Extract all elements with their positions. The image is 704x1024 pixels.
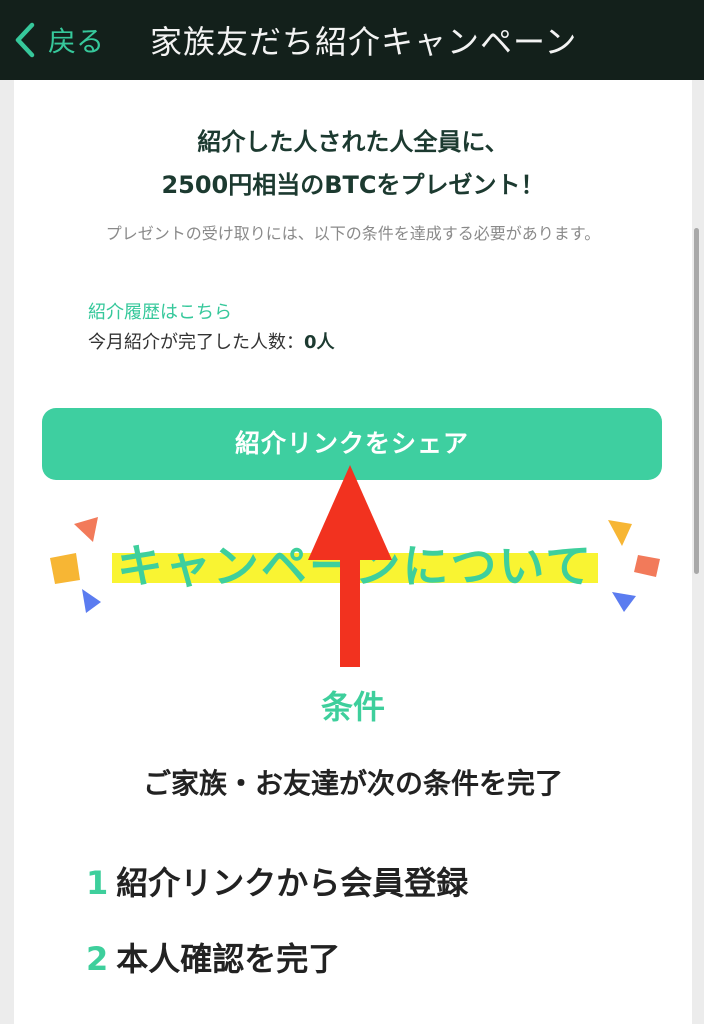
conditions-subtitle: ご家族・お友達が次の条件を完了: [142, 767, 563, 800]
confetti-piece: [82, 589, 101, 613]
confetti-piece: [634, 555, 660, 577]
step-text: 本人確認を完了: [116, 940, 341, 978]
confetti-piece: [50, 553, 80, 584]
step-text: 紹介リンクから会員登録: [116, 864, 469, 902]
confetti-piece: [612, 592, 636, 612]
confetti-piece: [608, 520, 632, 546]
confetti-piece: [74, 517, 98, 542]
condition-step-2: 2 本人確認を完了: [86, 934, 340, 980]
conditions-title: 条件: [320, 688, 385, 726]
step-number: 2: [86, 940, 109, 978]
condition-step-1: 1 紹介リンクから会員登録: [86, 858, 468, 904]
arrow-up-icon: [308, 465, 392, 667]
step-number: 1: [86, 864, 109, 902]
